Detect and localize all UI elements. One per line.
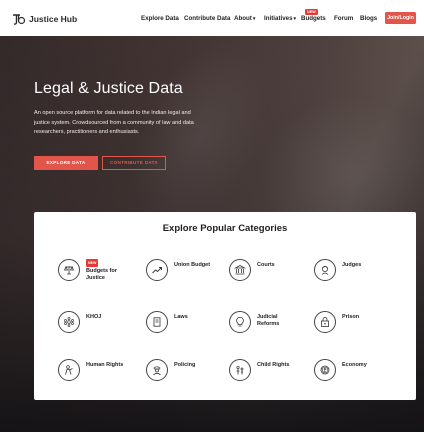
logo[interactable]: Justice Hub (12, 12, 77, 26)
category-label: Judges (342, 262, 362, 268)
nav-budgets[interactable]: Budgets (301, 15, 326, 22)
category-label: Judicial Reforms (257, 314, 280, 327)
nav-blogs[interactable]: Blogs (360, 15, 377, 22)
network-icon (58, 311, 80, 333)
nav-contribute-data[interactable]: Contribute Data (184, 15, 230, 22)
trend-chart-icon (146, 259, 168, 281)
hero-description: An open source platform for data related… (34, 110, 194, 135)
category-economy[interactable]: Economy (314, 359, 388, 381)
nav-forum[interactable]: Forum (334, 15, 353, 22)
top-navbar: Justice Hub Explore Data Contribute Data… (0, 0, 424, 36)
lightbulb-icon (229, 311, 251, 333)
judge-icon (314, 259, 336, 281)
category-courts[interactable]: Courts (229, 259, 303, 281)
category-laws[interactable]: Laws (146, 311, 220, 333)
category-label: Union Budget (174, 262, 211, 268)
human-rights-icon (58, 359, 80, 381)
child-rights-icon (229, 359, 251, 381)
categories-card: Explore Popular Categories NEW Budgets f… (34, 212, 416, 400)
law-book-icon (146, 311, 168, 333)
budget-justice-icon (58, 259, 80, 281)
chevron-down-icon: ▾ (293, 16, 297, 22)
justice-hub-logo-icon (13, 14, 26, 25)
category-judges[interactable]: Judges (314, 259, 388, 281)
economy-coin-icon (314, 359, 336, 381)
logo-text: Justice Hub (29, 14, 78, 24)
category-judicial-reforms[interactable]: Judicial Reforms (229, 311, 287, 333)
police-icon (146, 359, 168, 381)
explore-data-button[interactable]: EXPLORE DATA (34, 156, 98, 170)
join-login-button[interactable]: Join/Login (385, 12, 416, 24)
category-label: Courts (257, 262, 275, 268)
category-budgets-for-justice[interactable]: NEW Budgets for Justice (58, 259, 132, 282)
nav-explore-data[interactable]: Explore Data (141, 15, 179, 22)
category-label: Prison (342, 314, 360, 320)
chevron-down-icon: ▾ (252, 16, 256, 22)
category-label: Laws (174, 314, 188, 320)
nav-initiatives[interactable]: Initiatives▾ (264, 15, 296, 22)
category-label: Child Rights (257, 362, 290, 368)
lock-icon (314, 311, 336, 333)
courthouse-icon (229, 259, 251, 281)
category-khoj[interactable]: KHOJ (58, 311, 132, 333)
hero-title: Legal & Justice Data (34, 80, 183, 97)
category-human-rights[interactable]: Human Rights (58, 359, 132, 381)
category-label: Economy (342, 362, 367, 368)
category-union-budget[interactable]: Union Budget (146, 259, 220, 281)
category-label: Budgets for Justice (86, 268, 117, 281)
categories-title: Explore Popular Categories (162, 223, 288, 234)
contribute-data-button[interactable]: CONTRIBUTE DATA (102, 156, 166, 170)
category-label: Human Rights (86, 362, 124, 368)
new-badge: NEW (86, 259, 99, 267)
category-policing[interactable]: Policing (146, 359, 220, 381)
category-prison[interactable]: Prison (314, 311, 388, 333)
category-label: Policing (174, 362, 196, 368)
nav-about[interactable]: About▾ (234, 15, 255, 22)
category-label: KHOJ (86, 314, 102, 320)
category-child-rights[interactable]: Child Rights (229, 359, 303, 381)
